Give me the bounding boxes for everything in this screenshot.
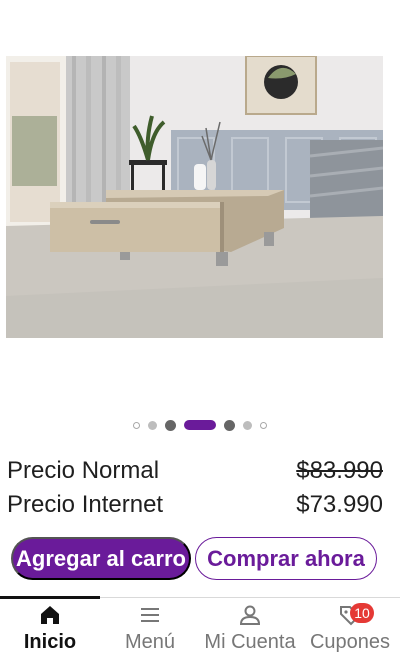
carousel-dot[interactable] bbox=[148, 420, 157, 430]
nav-label: Inicio bbox=[23, 631, 77, 653]
carousel-dot-active[interactable] bbox=[184, 420, 216, 430]
nav-label: Menú bbox=[124, 631, 176, 653]
internet-price-label: Precio Internet bbox=[7, 491, 164, 518]
coffee-table-photo bbox=[6, 56, 383, 338]
user-icon bbox=[237, 602, 263, 628]
normal-price-label: Precio Normal bbox=[7, 457, 160, 484]
nav-label: Cupones bbox=[309, 631, 391, 653]
carousel-dot[interactable] bbox=[243, 420, 252, 430]
internet-price-row: Precio Internet $73.990 bbox=[7, 491, 383, 519]
home-icon bbox=[37, 602, 63, 628]
carousel-pagination bbox=[0, 419, 400, 431]
carousel-dot[interactable] bbox=[224, 419, 235, 431]
coupon-count-badge: 10 bbox=[350, 603, 374, 623]
buy-now-button[interactable]: Comprar ahora bbox=[195, 537, 377, 580]
internet-price-value: $73.990 bbox=[296, 491, 383, 518]
carousel-dot[interactable] bbox=[133, 421, 140, 429]
menu-icon bbox=[137, 602, 163, 628]
product-image[interactable] bbox=[6, 56, 383, 338]
carousel-dot[interactable] bbox=[260, 421, 267, 429]
nav-item-menu[interactable]: Menú bbox=[100, 598, 200, 656]
nav-label: Mi Cuenta bbox=[204, 631, 296, 653]
bottom-navigation: Inicio Menú Mi Cuenta 10 Cupones bbox=[0, 596, 400, 656]
nav-item-inicio[interactable]: Inicio bbox=[0, 596, 100, 656]
add-to-cart-button[interactable]: Agregar al carro bbox=[11, 537, 191, 580]
normal-price-row: Precio Normal $83.990 bbox=[7, 457, 383, 485]
coupon-icon: 10 bbox=[337, 602, 374, 628]
nav-item-cupones[interactable]: 10 Cupones bbox=[300, 598, 400, 656]
normal-price-value: $83.990 bbox=[296, 457, 383, 484]
carousel-dot[interactable] bbox=[165, 419, 176, 431]
nav-item-mi-cuenta[interactable]: Mi Cuenta bbox=[200, 598, 300, 656]
